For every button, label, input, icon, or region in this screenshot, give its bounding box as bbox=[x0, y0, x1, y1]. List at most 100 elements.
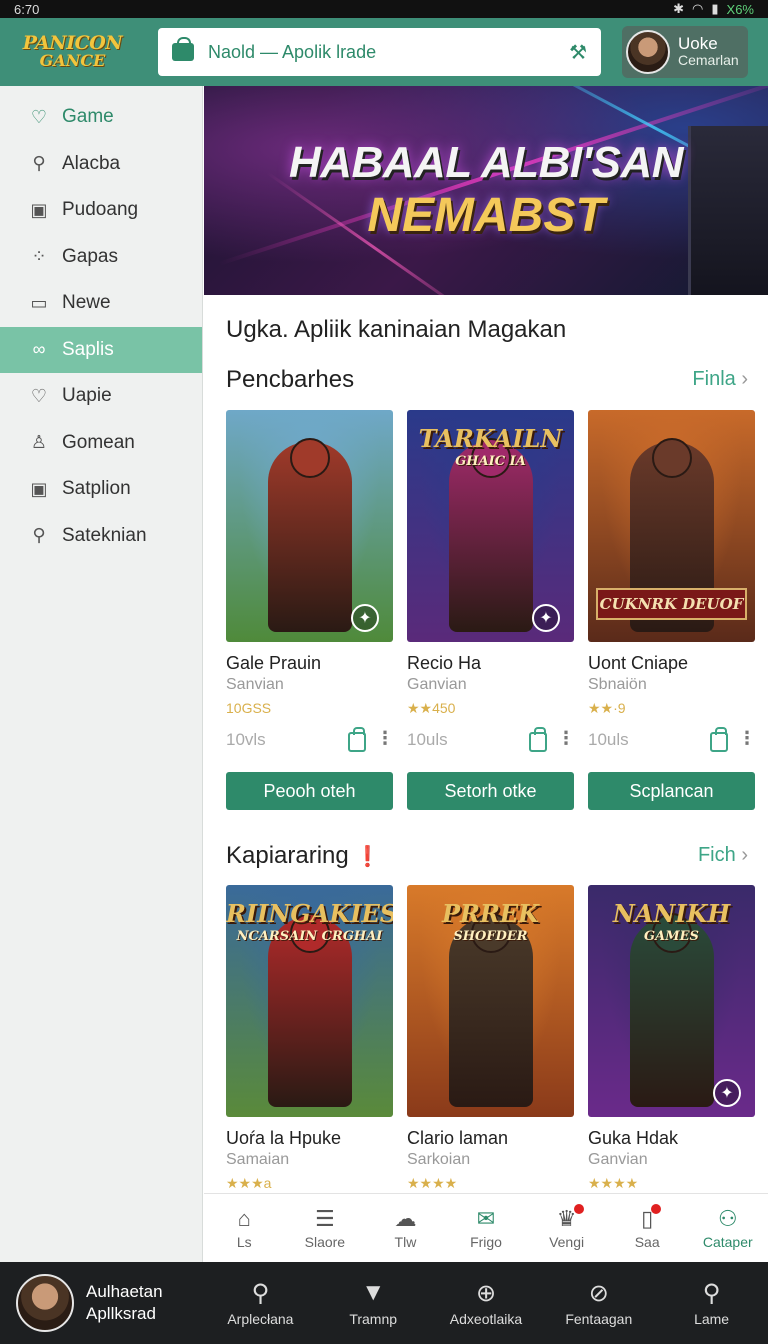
card-action-button[interactable]: Setorh otke bbox=[407, 772, 574, 810]
shopping-bag-icon[interactable] bbox=[529, 727, 547, 752]
bottom-item-adxeotlaika[interactable]: ⊕ Adxeotlaika bbox=[430, 1279, 543, 1327]
game-developer: Sarkoian bbox=[407, 1151, 471, 1168]
cover-logo-sub: GHAIC IA bbox=[455, 454, 526, 469]
app-logo[interactable]: PANICON GANCE bbox=[0, 18, 145, 86]
search-icon: ⚲ bbox=[702, 1280, 721, 1307]
game-size: 10vls bbox=[226, 730, 266, 749]
game-size: 10uls bbox=[407, 730, 448, 749]
sidebar-item-saplis[interactable]: ∞ Saplis bbox=[0, 326, 202, 373]
game-title[interactable]: Uoŕa la Hpuke bbox=[226, 1128, 341, 1149]
bottom-item-lame[interactable]: ⚲ Lame bbox=[655, 1279, 768, 1327]
user-profile-chip[interactable]: Uoke Cemarlan bbox=[622, 26, 748, 78]
sidebar-item-gapas[interactable]: ⁘ Gapas bbox=[0, 234, 202, 281]
avatar bbox=[626, 30, 670, 74]
download-icon: ▼ bbox=[361, 1279, 386, 1306]
game-cover-image[interactable]: ✦ bbox=[226, 410, 393, 642]
sidebar-item-newe[interactable]: ▭ Newe bbox=[0, 280, 202, 327]
mail-icon: ✉ bbox=[476, 1206, 496, 1231]
game-title[interactable]: Gale Prauin bbox=[226, 653, 321, 674]
user-name: Uoke bbox=[678, 34, 718, 53]
tab-vengi[interactable]: ♛ Vengi bbox=[526, 1194, 607, 1262]
home-icon: ⌂ bbox=[237, 1206, 251, 1231]
logo-line-1: PANICON bbox=[22, 32, 123, 54]
chevron-right-icon: › bbox=[741, 368, 748, 390]
shopping-bag-icon bbox=[172, 37, 194, 61]
more-options-icon[interactable]: ⋮ bbox=[557, 728, 575, 749]
key-icon: ⚲ bbox=[32, 153, 46, 174]
tools-icon[interactable]: ⚒ bbox=[569, 40, 587, 65]
logo-line-2: GANCE bbox=[39, 51, 106, 70]
tab-saa[interactable]: ▯ Saa bbox=[607, 1194, 688, 1262]
bluetooth-icon: ✱ bbox=[673, 1, 685, 16]
banner-title-line-1: HABAAL ALBI'SAN bbox=[288, 138, 684, 187]
game-cover-image[interactable]: RIINGAKIESHNCARSAIN CRGHAI bbox=[226, 885, 393, 1117]
sidebar-item-sateknian[interactable]: ⚲ Sateknian bbox=[0, 513, 202, 560]
key-icon: ⚲ bbox=[32, 525, 46, 546]
bottom-navigation: Aulhaetan Apllksrad ⚲ Arplecłana ▼ Tramnp … bbox=[0, 1262, 768, 1344]
game-cover-image[interactable]: CUKNRK DEUOF bbox=[588, 410, 755, 642]
trophy-icon: ♛ bbox=[557, 1204, 585, 1234]
card-action-button[interactable]: Scplancan bbox=[588, 772, 755, 810]
sidebar: ♡ Game ⚲ Alacba ▣ Pudoang ⁘ Gapas ▭ Newe ∞ Sap… bbox=[0, 86, 203, 1262]
compass-icon: ⊘ bbox=[588, 1280, 609, 1307]
image-icon: ▣ bbox=[30, 199, 48, 220]
game-cover-image[interactable]: NANIKH GAMES ✦ bbox=[588, 885, 755, 1117]
avatar bbox=[16, 1274, 74, 1332]
image-icon: ▣ bbox=[30, 478, 48, 499]
game-title[interactable]: Recio Ha bbox=[407, 653, 481, 674]
tab-cataper[interactable]: ⚇ Cataper bbox=[687, 1194, 768, 1262]
sidebar-item-uapie[interactable]: ♡ Uapie bbox=[0, 373, 202, 420]
bottom-item-arplecana[interactable]: ⚲ Arplecłana bbox=[204, 1279, 317, 1327]
tab-frigo[interactable]: ✉ Frigo bbox=[446, 1194, 527, 1262]
game-title[interactable]: Clario laman bbox=[407, 1128, 508, 1149]
search-bar[interactable]: Naold — Apolik lrade ⚒ bbox=[158, 28, 601, 76]
search-input[interactable]: Naold — Apolik lrade bbox=[208, 42, 569, 63]
section-title-pencbarhes: Pencbarhes bbox=[226, 366, 355, 393]
play-badge-icon: ✦ bbox=[351, 604, 379, 632]
bookmark-icon: ▯ bbox=[641, 1204, 662, 1234]
battery-level: X6% bbox=[726, 1, 754, 17]
section-more-link-1[interactable]: Finla › bbox=[692, 368, 748, 391]
section-title-kapiararing: Kapiararing ❗ bbox=[226, 842, 381, 869]
game-title[interactable]: Uont Cniape bbox=[588, 653, 688, 674]
group-icon: ⚇ bbox=[717, 1206, 738, 1231]
shopping-bag-icon[interactable] bbox=[710, 727, 728, 752]
more-options-icon[interactable]: ⋮ bbox=[376, 728, 394, 749]
user-icon: ♙ bbox=[30, 432, 48, 453]
status-bar: 6:70 ✱ ◠ ▮ X6% bbox=[0, 0, 768, 18]
cover-logo: RIINGAKIESH bbox=[226, 899, 393, 928]
more-options-icon[interactable]: ⋮ bbox=[738, 728, 756, 749]
game-developer: Samaian bbox=[226, 1151, 290, 1168]
card-action-button[interactable]: Peooh oteh bbox=[226, 772, 393, 810]
sidebar-item-alacba[interactable]: ⚲ Alacba bbox=[0, 141, 202, 188]
bottom-item-tramnp[interactable]: ▼ Tramnp bbox=[317, 1279, 430, 1327]
game-developer: Ganvian bbox=[588, 1151, 648, 1168]
tab-ls[interactable]: ⌂ Ls bbox=[204, 1194, 285, 1262]
cover-logo-sub: GAMES bbox=[644, 929, 699, 944]
game-developer: Sanvian bbox=[226, 676, 284, 693]
play-badge-icon: ✦ bbox=[713, 1079, 741, 1107]
game-rating: ★★·9 bbox=[588, 700, 626, 716]
tab-slaore[interactable]: ☰ Slaore bbox=[285, 1194, 366, 1262]
bottom-profile[interactable]: Aulhaetan Apllksrad bbox=[0, 1274, 204, 1332]
cover-logo-sub: NCARSAIN CRGHAI bbox=[236, 929, 383, 944]
sidebar-item-pudoang[interactable]: ▣ Pudoang bbox=[0, 187, 202, 234]
inner-tab-bar: ⌂ Ls ☰ Slaore ☁ Tlw ✉ Frigo ♛ Vengi ▯ Saa ⚇ Cat… bbox=[204, 1193, 768, 1262]
shopping-bag-icon[interactable] bbox=[348, 727, 366, 752]
game-developer: Ganvian bbox=[407, 676, 467, 693]
tab-tlw[interactable]: ☁ Tlw bbox=[365, 1194, 446, 1262]
game-rating: ★★450 bbox=[407, 700, 456, 716]
promo-banner[interactable]: HABAAL ALBI'SAN NEMABST bbox=[204, 86, 768, 295]
game-title[interactable]: Guka Hdak bbox=[588, 1128, 678, 1149]
sidebar-item-satplion[interactable]: ▣ Satplion bbox=[0, 466, 202, 513]
app-header: PANICON GANCE Naold — Apolik lrade ⚒ Uok… bbox=[0, 18, 768, 86]
game-cover-image[interactable]: PRREK SHOFDER bbox=[407, 885, 574, 1117]
document-icon: ☰ bbox=[315, 1206, 335, 1231]
game-cover-image[interactable]: TARKAILN GHAIC IA ✦ bbox=[407, 410, 574, 642]
profile-line-2: Apllksrad bbox=[86, 1304, 156, 1323]
banner-title-line-2: NEMABST bbox=[367, 189, 605, 242]
sidebar-item-gomean[interactable]: ♙ Gomean bbox=[0, 420, 202, 467]
section-more-link-2[interactable]: Fich › bbox=[698, 844, 748, 867]
sidebar-item-game[interactable]: ♡ Game bbox=[0, 94, 202, 141]
bottom-item-fentaagan[interactable]: ⊘ Fentaagan bbox=[542, 1279, 655, 1327]
